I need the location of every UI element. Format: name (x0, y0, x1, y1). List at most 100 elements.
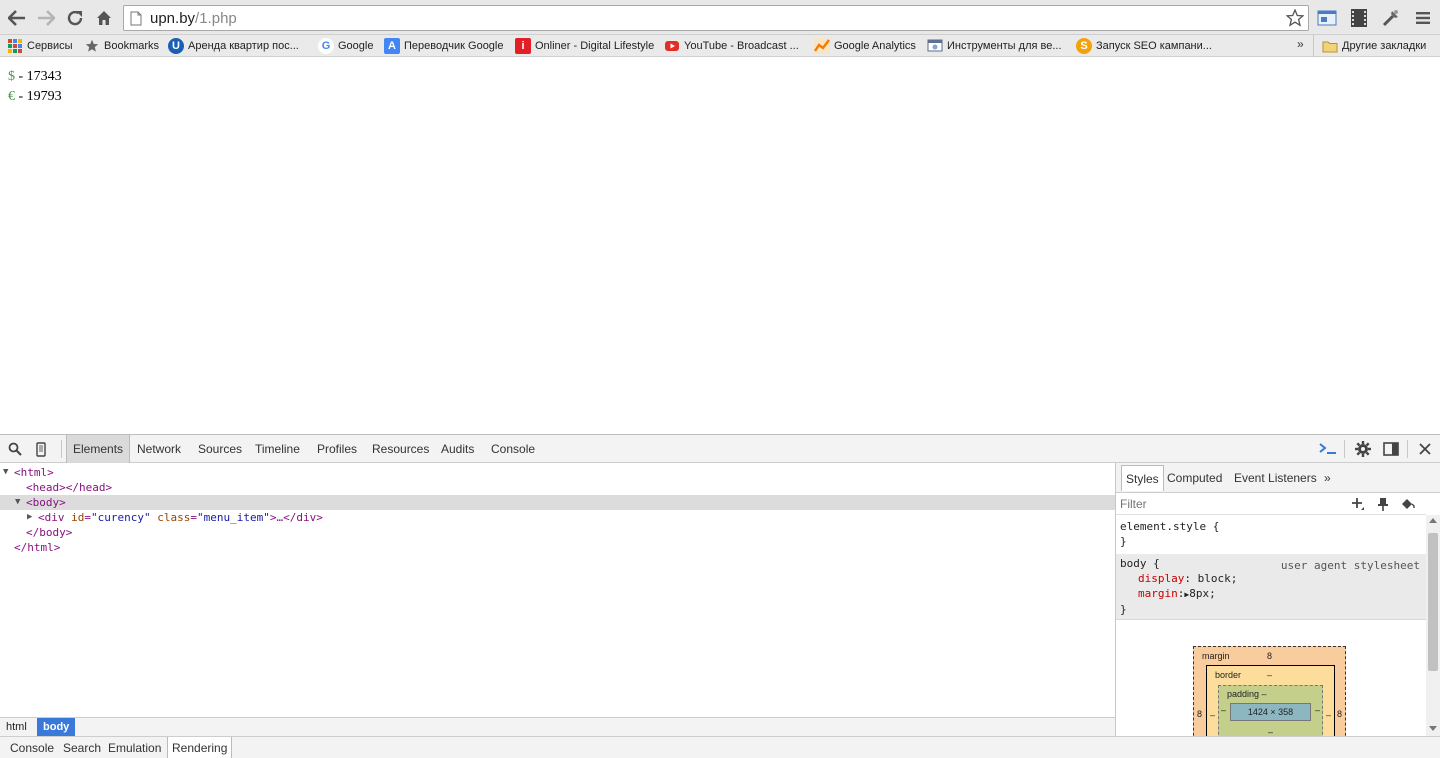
bookmark-google-analytics[interactable]: Google Analytics (814, 37, 916, 55)
bookmark-label: Другие закладки (1342, 40, 1427, 52)
onliner-icon: i (515, 38, 531, 54)
border-left-value: – (1210, 710, 1216, 720)
tab-network[interactable]: Network (131, 435, 187, 463)
drawer-tab-console[interactable]: Console (6, 737, 58, 758)
tab-styles[interactable]: Styles (1121, 465, 1164, 491)
translate-icon: A (384, 38, 400, 54)
bookmarks-bar: Сервисы Bookmarks U Аренда квартир пос..… (0, 35, 1440, 57)
folder-icon (1322, 38, 1338, 54)
box-model-border[interactable]: border – – – padding – – – – 1424 × 358 (1206, 665, 1335, 736)
back-button[interactable] (6, 7, 28, 29)
chrome-menu-button[interactable] (1411, 6, 1435, 30)
styles-filter-input[interactable] (1120, 496, 1320, 512)
settings-button[interactable] (1353, 439, 1373, 459)
expand-triangle-icon[interactable]: ▼ (15, 495, 20, 510)
window-extension-icon (1317, 10, 1337, 26)
box-model-margin[interactable]: margin 8 8 8 border – – – padding – – – … (1193, 646, 1346, 736)
scroll-up-arrow-icon[interactable] (1429, 517, 1437, 523)
close-devtools-button[interactable] (1415, 439, 1435, 459)
eur-rate: € - 19793 (8, 89, 62, 105)
sidebar-overflow-chevron[interactable]: » (1320, 465, 1335, 491)
paint-bucket-icon (1402, 499, 1415, 509)
box-model-diagram: margin 8 8 8 border – – – padding – – – … (1193, 646, 1346, 736)
box-model-padding[interactable]: padding – – – – 1424 × 358 (1218, 685, 1323, 736)
drawer-tab-rendering[interactable]: Rendering (167, 737, 233, 758)
body-close-tag: </body> (26, 526, 73, 539)
element-style-rule[interactable]: element.style { } (1116, 519, 1426, 549)
sidebar-tab-bar: Styles Computed Event Listeners » (1116, 463, 1440, 493)
scroll-down-arrow-icon[interactable] (1429, 726, 1437, 732)
box-model-content-size[interactable]: 1424 × 358 (1230, 703, 1311, 721)
euro-symbol: € (8, 89, 15, 104)
breadcrumb-body[interactable]: body (37, 718, 76, 736)
breadcrumb-html[interactable]: html (0, 718, 33, 736)
color-format-button[interactable] (1399, 495, 1417, 513)
tab-timeline[interactable]: Timeline (249, 435, 306, 463)
tab-elements[interactable]: Elements (66, 435, 131, 463)
tab-profiles[interactable]: Profiles (311, 435, 363, 463)
styles-scrollbar[interactable] (1426, 515, 1440, 736)
bookmark-label: Onliner - Digital Lifestyle (535, 40, 655, 52)
inspect-element-button[interactable] (5, 439, 25, 459)
dom-node-head[interactable]: <head></head> (0, 480, 1115, 495)
tab-audits[interactable]: Audits (435, 435, 480, 463)
url-text: upn.by/1.php (150, 10, 237, 27)
bookmark-webmaster-tools[interactable]: Инструменты для ве... (927, 37, 1062, 55)
device-mode-button[interactable] (31, 439, 51, 459)
expand-triangle-icon[interactable]: ▼ (3, 465, 8, 480)
dock-side-button[interactable] (1381, 439, 1401, 459)
bookmark-label: Bookmarks (104, 40, 160, 52)
attr-name: id (71, 511, 85, 524)
extension-button-3[interactable] (1379, 6, 1403, 30)
tab-computed[interactable]: Computed (1163, 465, 1226, 491)
margin-left-value: 8 (1197, 709, 1203, 719)
close-icon (1419, 443, 1431, 455)
console-prompt-icon (1319, 443, 1336, 454)
drawer-tab-search[interactable]: Search (59, 737, 105, 758)
attr-value: "curency" (91, 511, 151, 524)
tab-resources[interactable]: Resources (366, 435, 435, 463)
tab-divider (61, 440, 62, 458)
new-style-rule-button[interactable] (1349, 495, 1367, 513)
reload-button[interactable] (64, 7, 86, 29)
hamburger-menu-icon (1416, 12, 1430, 24)
html-open-tag: <html> (14, 466, 54, 479)
ua-stylesheet-source: user agent stylesheet (1280, 559, 1420, 572)
forward-button[interactable] (35, 7, 57, 29)
address-bar[interactable]: upn.by/1.php (123, 5, 1309, 31)
tab-event-listeners[interactable]: Event Listeners (1230, 465, 1321, 491)
dom-node-div[interactable]: ▶ <div id="curency" class="menu_item">…<… (0, 510, 1115, 525)
bookmark-star-button[interactable] (1284, 7, 1306, 29)
dom-node-body[interactable]: ▼ <body> (0, 495, 1115, 510)
extension-button-2[interactable] (1347, 6, 1371, 30)
toggle-element-state-button[interactable] (1374, 495, 1392, 513)
bookmark-seo-campaign[interactable]: S Запуск SEO кампани... (1076, 37, 1212, 55)
bookmark-google[interactable]: G Google (318, 37, 373, 55)
collapsed-triangle-icon[interactable]: ▶ (27, 510, 32, 525)
drawer-tab-emulation[interactable]: Emulation (104, 737, 165, 758)
bookmark-services[interactable]: Сервисы (7, 37, 73, 55)
toggle-drawer-button[interactable] (1318, 439, 1338, 459)
bookmark-bookmarks[interactable]: Bookmarks (84, 37, 159, 55)
home-button[interactable] (93, 7, 115, 29)
padding-label: padding – (1227, 689, 1267, 699)
user-agent-rule[interactable]: body { user agent stylesheet display: bl… (1116, 554, 1426, 619)
extension-button-1[interactable] (1315, 6, 1339, 30)
tab-console[interactable]: Console (485, 435, 541, 463)
bookmarks-overflow-chevron[interactable]: » (1297, 37, 1304, 51)
property-name: margin (1138, 587, 1178, 600)
scroll-thumb[interactable] (1428, 533, 1438, 671)
drawer-tab-bar: Console Search Emulation Rendering (0, 736, 1440, 758)
dom-node-html[interactable]: ▼ <html> (0, 465, 1115, 480)
html-close-tag: </html> (14, 541, 61, 554)
star-icon (84, 38, 100, 54)
bookmark-google-translate[interactable]: A Переводчик Google (384, 37, 504, 55)
bookmark-rent-apartments[interactable]: U Аренда квартир пос... (168, 37, 299, 55)
analytics-icon (814, 38, 830, 54)
margin-right-value: 8 (1337, 709, 1343, 719)
bookmark-other-folder[interactable]: Другие закладки (1322, 37, 1426, 55)
bookmark-youtube[interactable]: YouTube - Broadcast ... (664, 37, 799, 55)
bookmark-onliner[interactable]: i Onliner - Digital Lifestyle (515, 37, 654, 55)
apps-grid-icon (7, 38, 23, 54)
tab-sources[interactable]: Sources (192, 435, 248, 463)
